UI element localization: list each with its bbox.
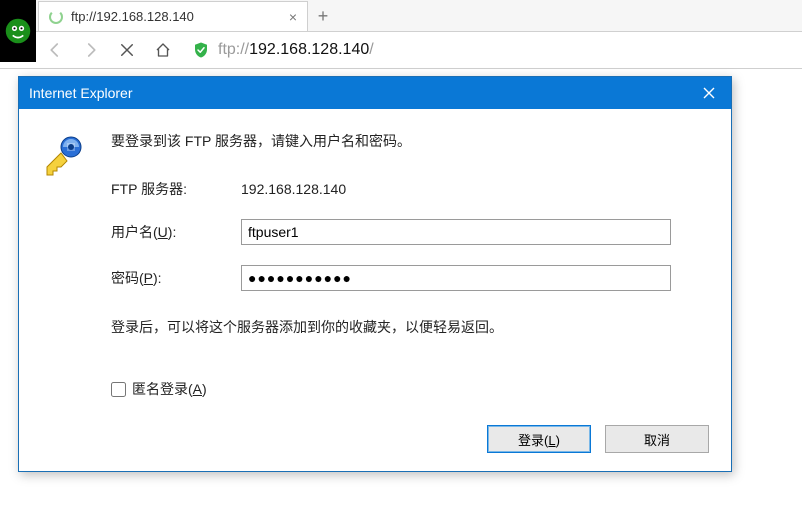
new-tab-button[interactable]: + [308, 1, 338, 31]
arrow-right-icon [82, 41, 100, 59]
home-icon [154, 41, 172, 59]
dialog-body: 要登录到该 FTP 服务器，请键入用户名和密码。 FTP 服务器: 192.16… [19, 109, 731, 417]
shield-icon [192, 41, 210, 59]
tab-strip: ftp://192.168.128.140 × + [0, 0, 802, 32]
server-label: FTP 服务器: [111, 179, 241, 199]
password-input[interactable] [241, 265, 671, 291]
url-trailing: / [369, 41, 373, 58]
app-favicon [0, 0, 36, 62]
active-tab[interactable]: ftp://192.168.128.140 × [38, 1, 308, 31]
anonymous-checkbox[interactable] [111, 382, 126, 397]
cancel-button[interactable]: 取消 [605, 425, 709, 453]
url-protocol: ftp:// [218, 41, 249, 58]
login-button[interactable]: 登录(L) [487, 425, 591, 453]
tab-title: ftp://192.168.128.140 [71, 9, 194, 24]
server-value: 192.168.128.140 [241, 181, 709, 197]
dialog-buttons: 登录(L) 取消 [19, 417, 731, 471]
username-input[interactable] [241, 219, 671, 245]
arrow-left-icon [46, 41, 64, 59]
close-icon [118, 41, 136, 59]
dialog-note: 登录后，可以将这个服务器添加到你的收藏夹，以便轻易返回。 [111, 311, 709, 337]
login-form: FTP 服务器: 192.168.128.140 用户名(U): 密码(P): … [111, 179, 709, 399]
address-text: ftp://192.168.128.140/ [218, 41, 374, 59]
dialog-instruction: 要登录到该 FTP 服务器，请键入用户名和密码。 [111, 131, 709, 151]
home-button[interactable] [152, 39, 174, 61]
stop-button[interactable] [116, 39, 138, 61]
browser-logo-icon [4, 17, 32, 45]
forward-button[interactable] [80, 39, 102, 61]
dialog-titlebar[interactable]: Internet Explorer [19, 77, 731, 109]
anonymous-label[interactable]: 匿名登录(A) [132, 379, 207, 399]
tab-close-button[interactable]: × [289, 10, 297, 24]
url-host: 192.168.128.140 [249, 41, 369, 58]
dialog-title: Internet Explorer [29, 85, 687, 101]
toolbar: ftp://192.168.128.140/ [0, 32, 802, 68]
address-bar[interactable]: ftp://192.168.128.140/ [188, 41, 794, 59]
close-icon [703, 87, 715, 99]
back-button[interactable] [44, 39, 66, 61]
browser-chrome: ftp://192.168.128.140 × + ftp://192.168.… [0, 0, 802, 69]
username-label: 用户名(U): [111, 222, 241, 242]
plus-icon: + [318, 6, 329, 27]
login-dialog: Internet Explorer 要登录到该 FTP 服务器，请键入用户名和密… [18, 76, 732, 472]
dialog-close-button[interactable] [687, 77, 731, 109]
credentials-icon [41, 131, 89, 184]
loading-spinner-icon [49, 10, 63, 24]
password-label: 密码(P): [111, 268, 241, 288]
